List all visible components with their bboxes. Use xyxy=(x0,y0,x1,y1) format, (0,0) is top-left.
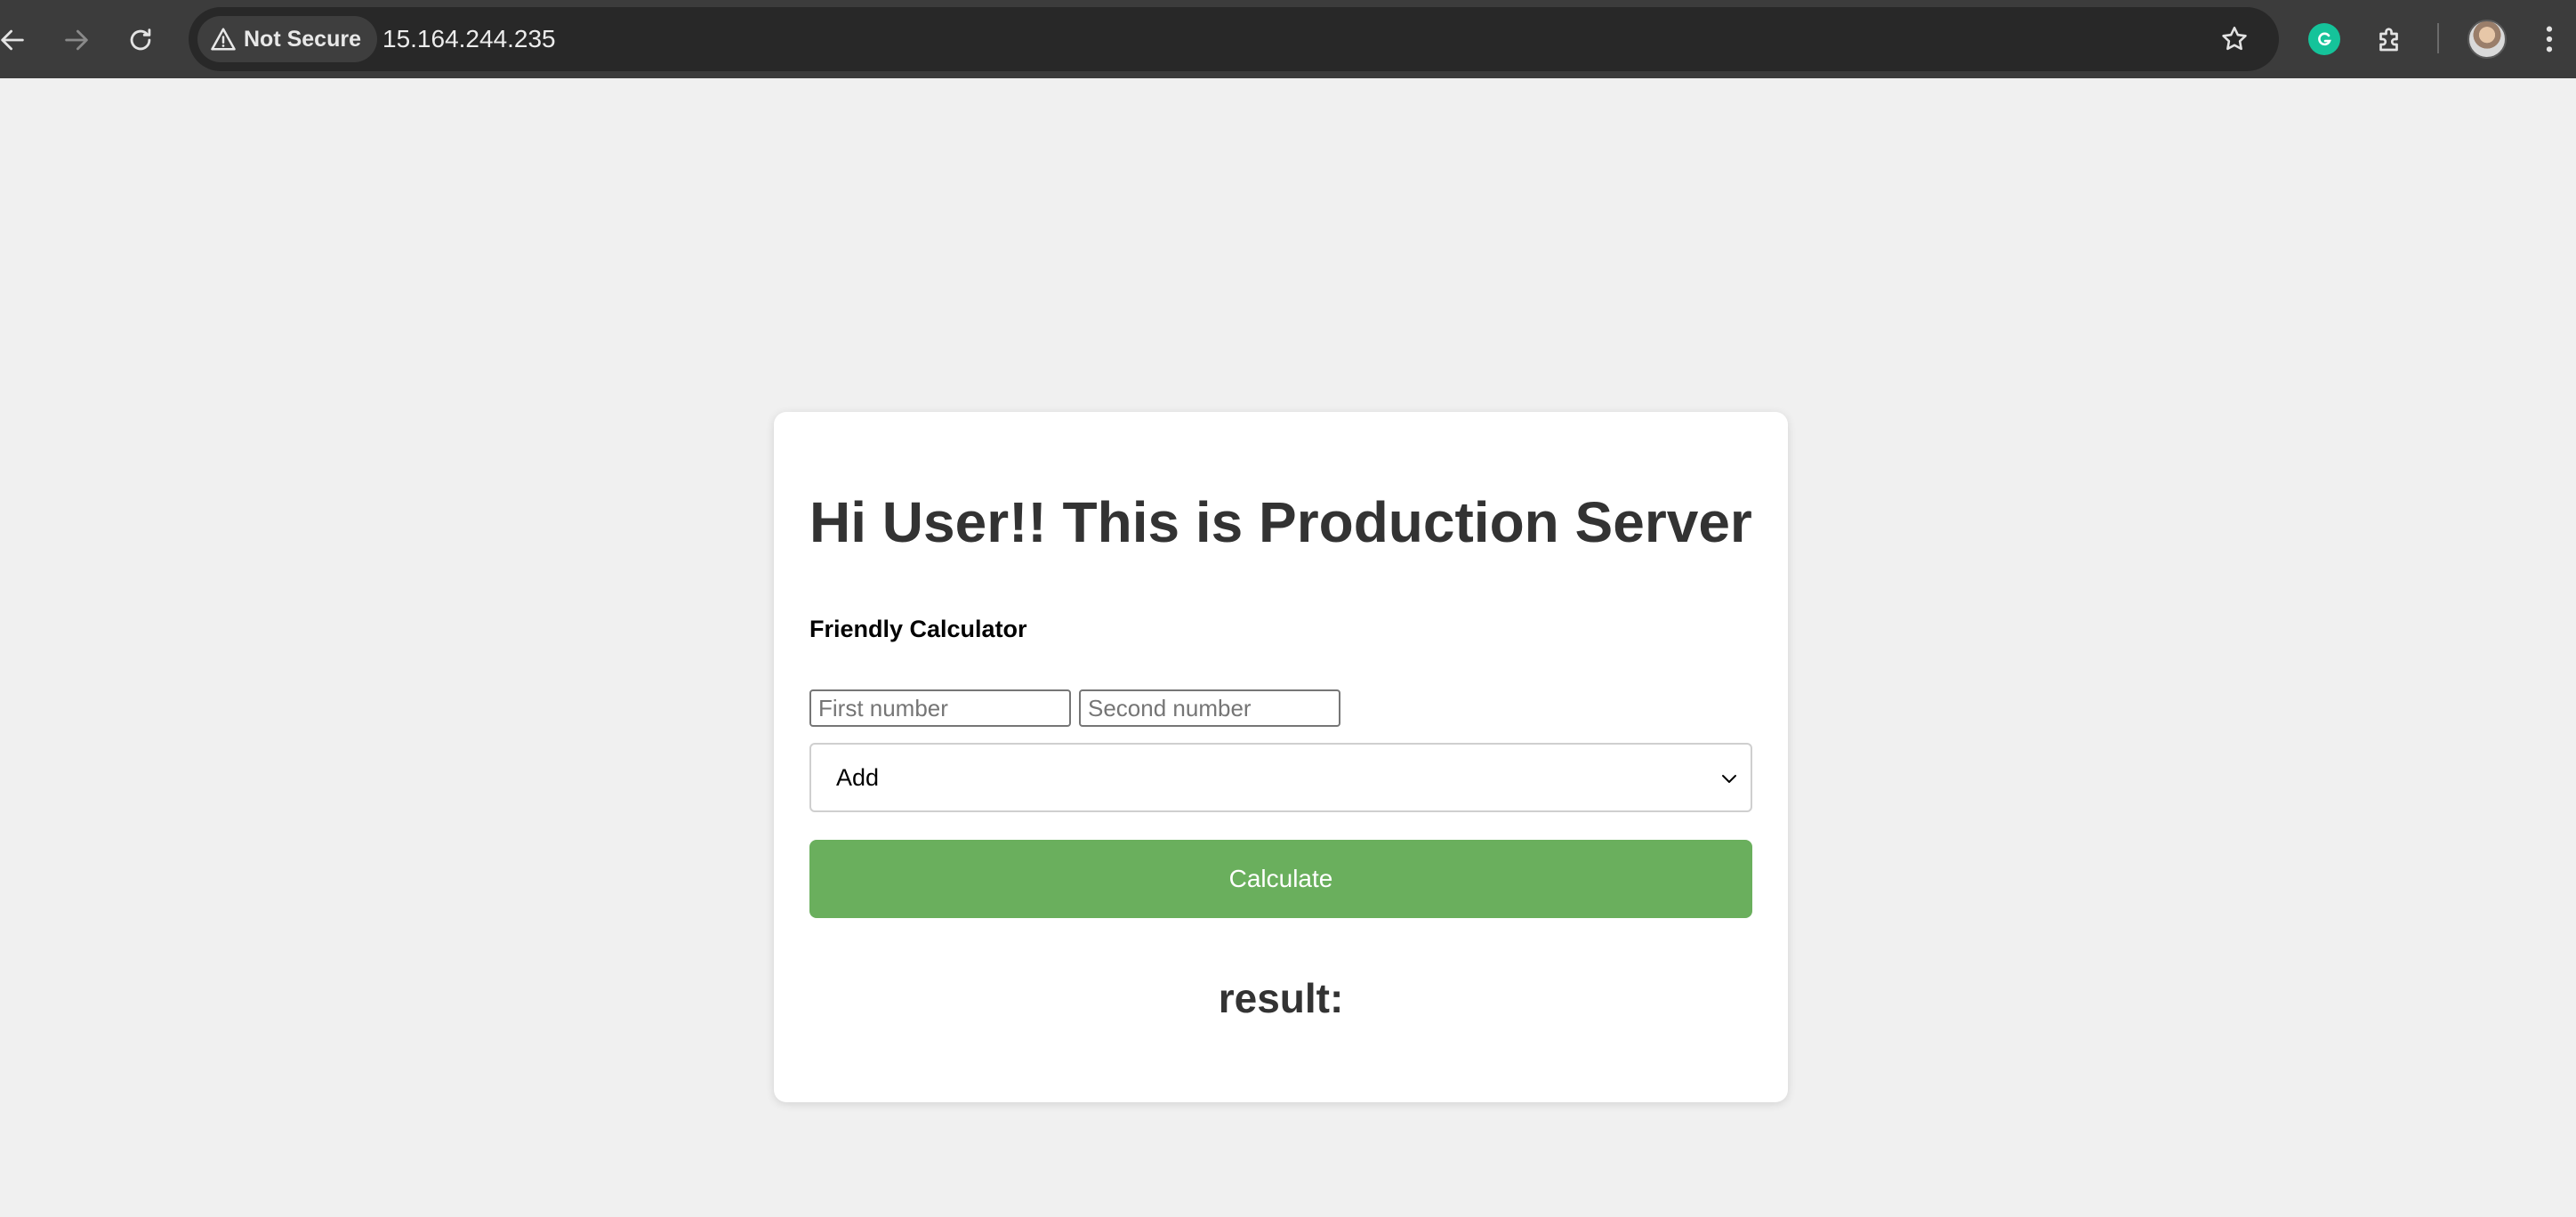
page-title: Hi User!! This is Production Server xyxy=(809,490,1752,554)
browser-menu-button[interactable] xyxy=(2532,15,2567,63)
arrow-right-icon xyxy=(65,29,88,51)
second-number-input[interactable] xyxy=(1079,689,1340,727)
warning-triangle-icon xyxy=(211,28,236,51)
address-bar[interactable]: Not Secure 15.164.244.235 xyxy=(189,7,2279,71)
browser-toolbar: Not Secure 15.164.244.235 xyxy=(0,0,2576,78)
puzzle-icon xyxy=(2379,28,2398,52)
reload-button[interactable] xyxy=(116,15,165,65)
forward-button[interactable] xyxy=(52,15,101,65)
kebab-menu-icon xyxy=(2546,26,2553,52)
url-text[interactable]: 15.164.244.235 xyxy=(382,7,556,71)
grammarly-icon xyxy=(2308,23,2340,55)
result-label: result: xyxy=(1218,975,1344,1021)
calculator-subtitle: Friendly Calculator xyxy=(809,616,1027,642)
grammarly-extension-button[interactable] xyxy=(2300,15,2348,63)
security-label: Not Secure xyxy=(244,26,361,52)
extensions-button[interactable] xyxy=(2366,15,2414,63)
bookmark-button[interactable] xyxy=(2213,18,2256,60)
calculator-card: Hi User!! This is Production Server Frie… xyxy=(774,412,1788,1102)
reload-icon xyxy=(130,28,151,51)
operation-select[interactable]: Add xyxy=(809,743,1752,812)
star-icon xyxy=(2222,26,2247,51)
profile-avatar[interactable] xyxy=(2467,20,2507,59)
security-indicator[interactable]: Not Secure xyxy=(197,16,377,62)
back-button[interactable] xyxy=(0,15,37,65)
first-number-input[interactable] xyxy=(809,689,1071,727)
operation-selected-value: Add xyxy=(836,763,880,791)
arrow-left-icon xyxy=(1,29,24,51)
chevron-down-icon xyxy=(1722,775,1736,783)
toolbar-divider xyxy=(2437,23,2439,53)
calculate-button[interactable]: Calculate xyxy=(809,840,1752,918)
